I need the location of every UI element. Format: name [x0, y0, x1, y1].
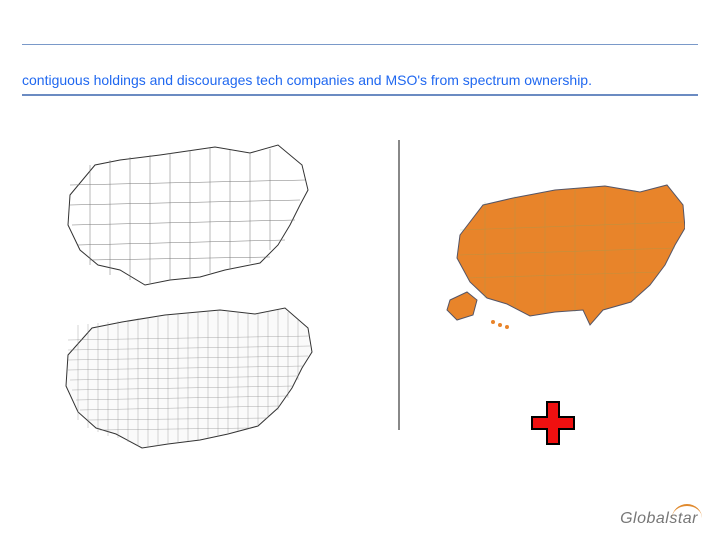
left-maps-panel — [50, 135, 330, 465]
vertical-divider — [398, 140, 400, 430]
plus-icon — [530, 400, 576, 446]
us-map-outline-stack — [50, 135, 330, 465]
horizontal-rule-top — [22, 44, 698, 45]
us-map-orange — [445, 180, 685, 330]
slide-title: contiguous holdings and discourages tech… — [22, 72, 698, 88]
brand-logo-arc-icon — [672, 504, 702, 518]
horizontal-rule-under-title — [22, 94, 698, 96]
brand-logo: Globalstar — [620, 510, 698, 528]
